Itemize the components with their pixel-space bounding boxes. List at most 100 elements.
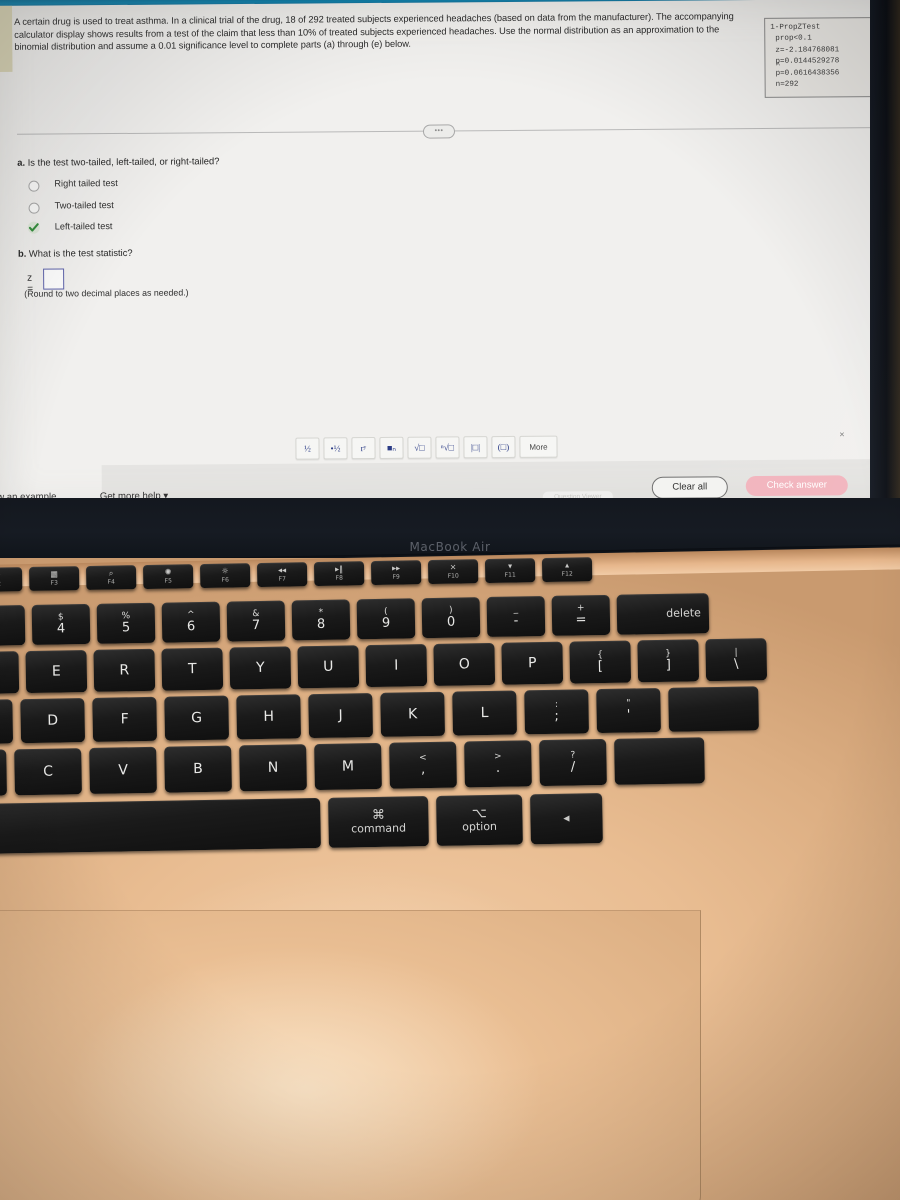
key-delete[interactable]: delete	[616, 593, 710, 635]
key-5[interactable]: % 5	[96, 602, 156, 644]
radio-option-left-tailed[interactable]: Left-tailed test	[27, 220, 229, 236]
key-arrow-left[interactable]: ◀	[530, 793, 603, 845]
key-v[interactable]: V	[89, 746, 157, 794]
key-d[interactable]: D	[20, 698, 86, 744]
keyboard-row-bottom-letters[interactable]: X C V B N M <, >. ?/	[0, 737, 705, 797]
key-f10[interactable]: ⨯ F10	[427, 559, 479, 585]
key-period[interactable]: >.	[464, 740, 532, 788]
green-checkmark-icon[interactable]	[27, 221, 40, 234]
key-f[interactable]: F	[92, 696, 158, 742]
key-8[interactable]: * 8	[291, 599, 351, 641]
radio-circle-icon[interactable]	[28, 180, 40, 192]
calc-p-hat-value: p=0.0616438356	[775, 68, 840, 78]
mixed-number-button[interactable]: •½	[323, 437, 348, 460]
key-equals[interactable]: + =	[551, 594, 611, 636]
screen-bezel-right	[870, 0, 900, 532]
key-f7[interactable]: ◂◂ F7	[256, 562, 308, 588]
divider-collapse-button[interactable]: •••	[422, 124, 456, 139]
absolute-value-button[interactable]: |□|	[463, 436, 488, 459]
subscript-button[interactable]: ■ₙ	[379, 436, 404, 459]
key-h[interactable]: H	[236, 694, 302, 740]
key-6[interactable]: ^ 6	[161, 601, 221, 643]
check-answer-button[interactable]: Check answer	[745, 475, 848, 497]
keyboard-row-numbers[interactable]: #3 $4 %5 ^6 &7 *8 (9 )0 _- += delete	[0, 593, 710, 647]
key-k[interactable]: K	[380, 691, 446, 737]
screenshot-root: A certain drug is used to treat asthma. …	[0, 0, 900, 1200]
question-a-number: a.	[17, 156, 26, 168]
radio-circle-icon[interactable]	[28, 202, 40, 214]
key-w[interactable]: W	[0, 651, 20, 695]
keyboard[interactable]: ☀F2 ▦F3 ⌕F4 ✺F5 ☼F6 ◂◂F7 ▸‖F8 ▸▸F9 ⨯F10 …	[0, 551, 900, 898]
key-x[interactable]: X	[0, 749, 7, 797]
key-g[interactable]: G	[164, 695, 230, 741]
clear-all-button[interactable]: Clear all	[651, 476, 728, 499]
key-4[interactable]: $4	[31, 603, 91, 645]
key-s[interactable]: S	[0, 699, 14, 745]
question-a-label: a. Is the test two-tailed, left-tailed, …	[17, 155, 219, 168]
parentheses-button[interactable]: (□)	[491, 435, 516, 459]
math-palette-toolbar[interactable]: ½ •½ rʸ ■ₙ √□ ⁿ√□ |□| (□) More	[295, 435, 558, 460]
key-p[interactable]: P	[501, 641, 564, 685]
key-f5[interactable]: ✺ F5	[142, 564, 194, 590]
key-0[interactable]: ) 0	[421, 597, 481, 639]
key-command[interactable]: ⌘ command	[328, 796, 429, 848]
fraction-button[interactable]: ½	[295, 437, 320, 460]
key-backslash[interactable]: | \	[705, 638, 768, 682]
key-t[interactable]: T	[161, 647, 224, 691]
keyboard-row-home[interactable]: S D F G H J K L :; "'	[0, 686, 759, 745]
key-f6[interactable]: ☼ F6	[199, 563, 251, 589]
question-b-label: b. What is the test statistic?	[18, 247, 133, 259]
key-f12[interactable]: ▴ F12	[541, 557, 593, 583]
key-r[interactable]: R	[93, 648, 156, 692]
key-9[interactable]: (9	[356, 598, 416, 640]
radio-option-label: Right tailed test	[54, 178, 118, 189]
key-e[interactable]: E	[25, 650, 88, 694]
key-n[interactable]: N	[239, 744, 307, 792]
key-shift-right[interactable]	[614, 737, 705, 785]
key-c[interactable]: C	[14, 748, 82, 796]
key-y[interactable]: Y	[229, 646, 292, 690]
radio-option-right-tailed[interactable]: Right tailed test	[28, 177, 228, 193]
more-symbols-button[interactable]: More	[519, 435, 558, 458]
key-m[interactable]: M	[314, 742, 382, 791]
close-icon[interactable]: ×	[839, 429, 844, 439]
key-f2[interactable]: ☀F2	[0, 567, 23, 592]
key-comma[interactable]: <,	[389, 741, 457, 789]
trackpad[interactable]	[0, 910, 701, 1200]
key-f11[interactable]: ▾ F11	[484, 558, 536, 584]
key-bracket-right[interactable]: }]	[637, 639, 700, 683]
key-minus[interactable]: _ -	[486, 596, 546, 638]
key-f8[interactable]: ▸‖ F8	[313, 561, 365, 587]
key-b[interactable]: B	[164, 745, 232, 793]
radio-option-label: Two-tailed test	[54, 200, 114, 211]
calc-p-value: p=0.0144529278	[775, 57, 840, 67]
key-i[interactable]: I	[365, 644, 428, 688]
laptop-body: MacBook Air ☀F2 ▦F3 ⌕F4 ✺F5 ☼F6 ◂◂F7 ▸‖F…	[0, 498, 900, 1200]
key-quote[interactable]: " '	[596, 688, 661, 734]
key-bracket-left[interactable]: {[	[569, 640, 632, 684]
key-semicolon[interactable]: :;	[524, 689, 589, 735]
keyboard-row-space[interactable]: ⌘ command ⌥ option ◀	[0, 793, 603, 855]
nth-root-button[interactable]: ⁿ√□	[435, 436, 460, 459]
square-root-button[interactable]: √□	[407, 436, 432, 459]
exponent-button[interactable]: rʸ	[351, 437, 376, 460]
key-return[interactable]	[668, 686, 759, 732]
key-l[interactable]: L	[452, 690, 517, 736]
key-u[interactable]: U	[297, 645, 360, 689]
key-slash[interactable]: ? /	[539, 738, 607, 787]
key-space[interactable]	[0, 797, 321, 855]
p-hat-caret-icon: ^	[775, 61, 781, 70]
radio-option-two-tailed[interactable]: Two-tailed test	[28, 199, 229, 215]
key-f4[interactable]: ⌕ F4	[85, 565, 137, 591]
key-option[interactable]: ⌥ option	[436, 794, 523, 846]
calc-n: n=292	[775, 80, 799, 89]
key-j[interactable]: J	[308, 693, 374, 739]
keyboard-row-qwerty[interactable]: W E R T Y U I O P {[ }] |\	[0, 638, 768, 695]
key-o[interactable]: O	[433, 642, 496, 686]
key-f9[interactable]: ▸▸ F9	[370, 560, 422, 586]
key-f3[interactable]: ▦ F3	[28, 566, 80, 592]
key-3[interactable]: #3	[0, 605, 26, 647]
z-value-input[interactable]	[43, 268, 65, 290]
laptop-screen: A certain drug is used to treat asthma. …	[0, 0, 900, 532]
key-7[interactable]: & 7	[226, 600, 286, 642]
